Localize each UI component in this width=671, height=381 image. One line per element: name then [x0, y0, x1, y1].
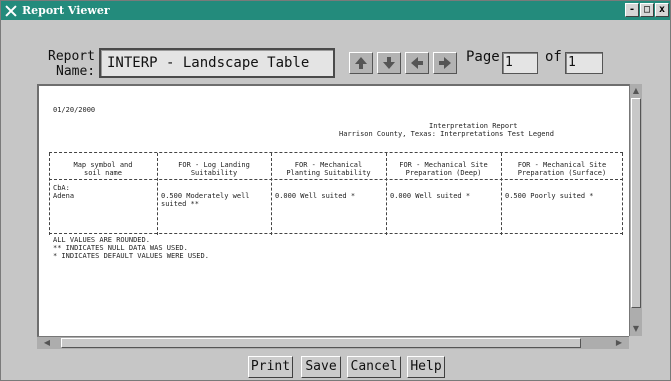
report-table: Map symbol and soil name FOR - Log Landi… — [49, 152, 623, 235]
arrow-right-icon — [439, 57, 451, 69]
table-cell-mechanical-planting: 0.000 Well suited * — [275, 192, 356, 200]
column-header-site-prep-surface: FOR - Mechanical Site Preparation (Surfa… — [517, 161, 607, 177]
table-cell-site-prep-surface: 0.500 Poorly suited * — [505, 192, 594, 200]
footnotes: ALL VALUES ARE ROUNDED. ** INDICATES NUL… — [53, 236, 209, 260]
vertical-scrollbar[interactable]: ▲ ▼ — [629, 84, 642, 336]
window-title: Report Viewer — [22, 4, 110, 17]
report-viewer-window: Report Viewer - □ x Report Name: INTERP … — [0, 0, 671, 381]
table-divider — [157, 153, 158, 235]
report-view-area[interactable]: 01/20/2000 Interpretation Report Harriso… — [37, 84, 629, 336]
arrow-left-icon — [411, 57, 423, 69]
scroll-right-button[interactable] — [433, 52, 457, 74]
minimize-button[interactable]: - — [625, 3, 639, 17]
horizontal-scrollbar[interactable]: ◀ ▶ — [37, 336, 629, 349]
scroll-right-arrow-icon[interactable]: ▶ — [613, 337, 625, 349]
column-header-map-symbol: Map symbol and soil name — [73, 161, 133, 177]
report-subtitle: Harrison County, Texas: Interpretations … — [339, 130, 554, 138]
arrow-up-icon — [355, 57, 367, 69]
scroll-down-button[interactable] — [377, 52, 401, 74]
maximize-button[interactable]: □ — [640, 3, 654, 17]
table-divider — [49, 153, 50, 235]
report-name-label: Report Name: — [48, 49, 96, 79]
table-cell-log-landing: 0.500 Moderately well suited ** — [161, 192, 250, 208]
window-controls: - □ x — [625, 3, 669, 17]
save-button[interactable]: Save — [301, 356, 341, 378]
close-button[interactable]: x — [655, 3, 669, 17]
table-header-separator — [49, 179, 623, 180]
x-logo-icon — [4, 4, 18, 18]
scroll-down-arrow-icon[interactable]: ▼ — [631, 324, 641, 334]
table-cell-site-prep-deep: 0.000 Well suited * — [390, 192, 471, 200]
scroll-left-button[interactable] — [405, 52, 429, 74]
table-divider — [501, 153, 502, 235]
table-divider — [271, 153, 272, 235]
scroll-left-arrow-icon[interactable]: ◀ — [41, 337, 53, 349]
vertical-scroll-thumb[interactable] — [631, 98, 641, 308]
report-name-field[interactable]: INTERP - Landscape Table — [99, 48, 335, 78]
table-divider — [386, 153, 387, 235]
horizontal-scroll-thumb[interactable] — [61, 338, 581, 348]
map-symbol-cell: CbA: Adena — [53, 184, 75, 200]
column-header-log-landing: FOR - Log Landing Suitability — [178, 161, 250, 177]
print-button[interactable]: Print — [248, 356, 293, 378]
report-title: Interpretation Report — [429, 122, 518, 130]
scroll-up-button[interactable] — [349, 52, 373, 74]
help-button[interactable]: Help — [407, 356, 445, 378]
page-of-label: of — [545, 49, 562, 65]
column-header-mechanical-planting: FOR - Mechanical Planting Suitability — [286, 161, 371, 177]
page-total-field: 1 — [565, 52, 603, 74]
page-label: Page — [466, 49, 500, 65]
report-date: 01/20/2000 — [53, 106, 96, 114]
scroll-up-arrow-icon[interactable]: ▲ — [631, 86, 641, 96]
arrow-down-icon — [383, 57, 395, 69]
cancel-button[interactable]: Cancel — [347, 356, 401, 378]
title-bar[interactable]: Report Viewer - □ x — [1, 1, 670, 20]
column-header-site-prep-deep: FOR - Mechanical Site Preparation (Deep) — [399, 161, 488, 177]
table-divider — [622, 153, 623, 235]
page-current-field[interactable]: 1 — [502, 52, 538, 74]
